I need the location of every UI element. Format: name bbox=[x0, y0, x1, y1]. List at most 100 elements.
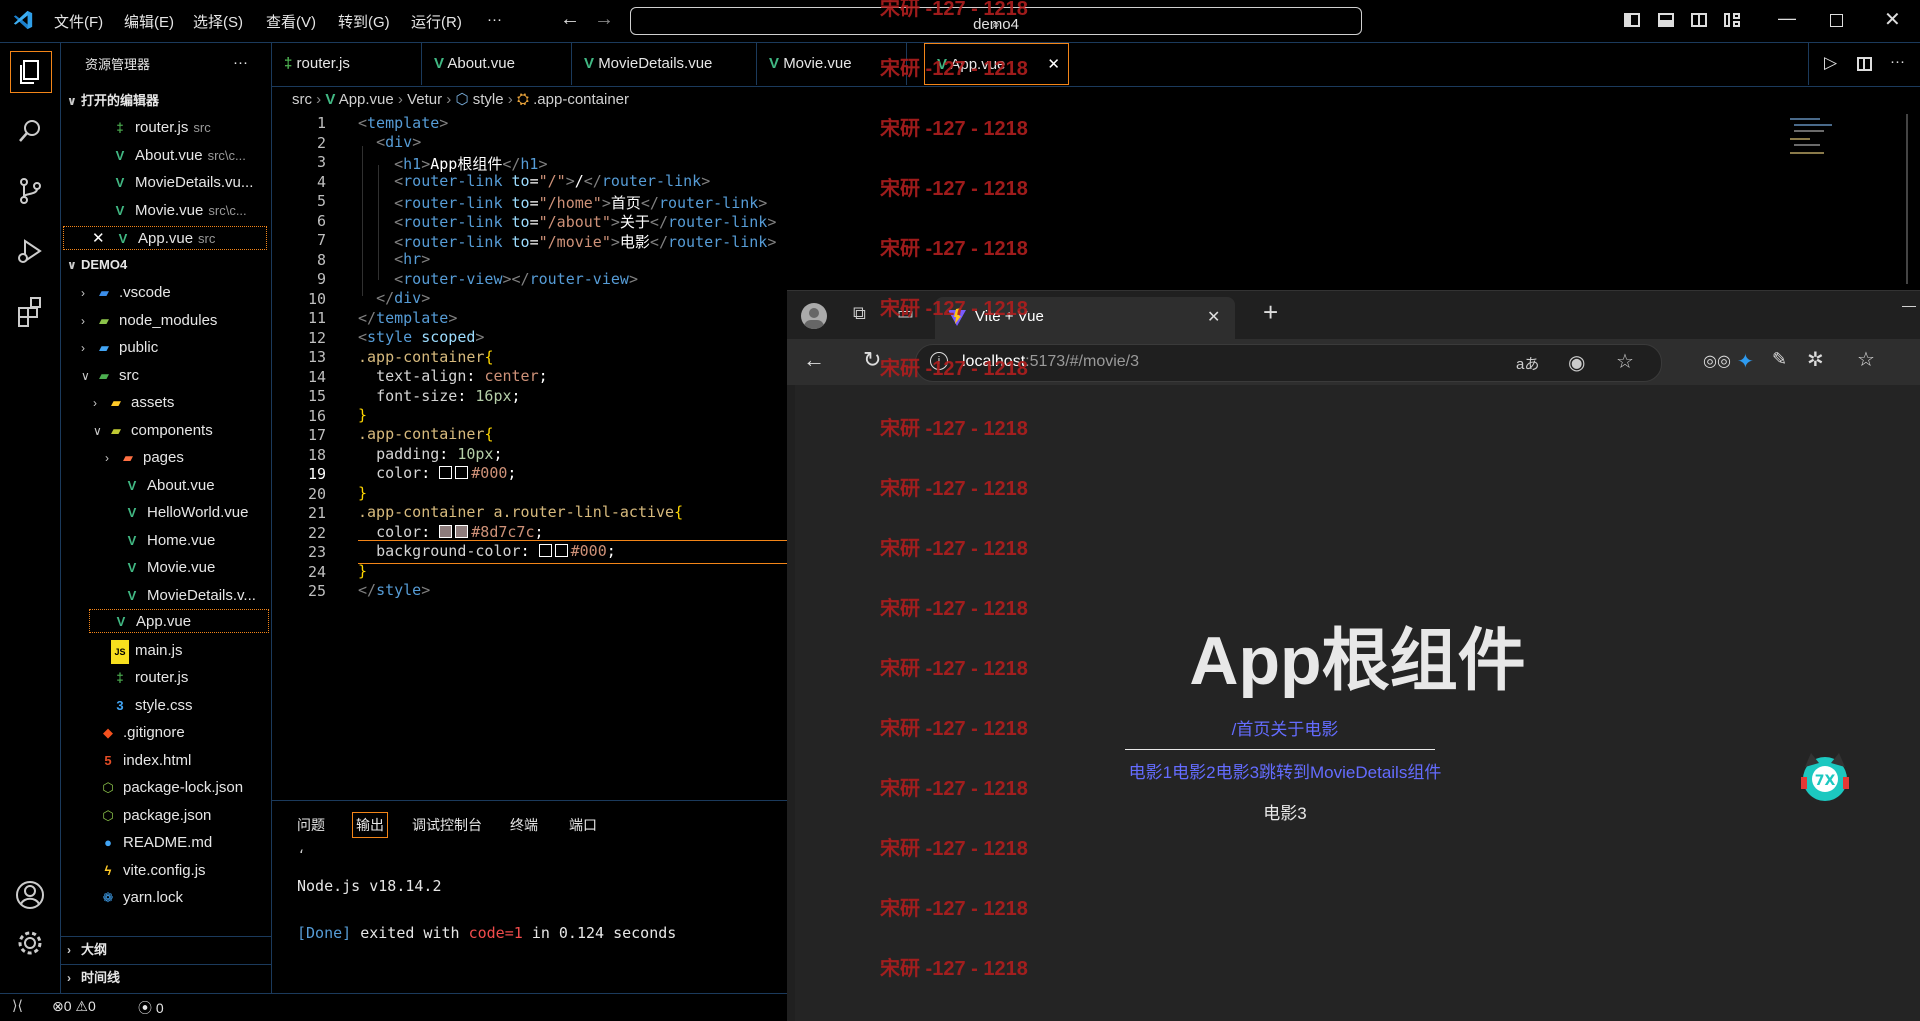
remote-icon[interactable]: ⟩⟨ bbox=[12, 997, 23, 1014]
folder-vscode[interactable]: › ▰ .vscode bbox=[81, 281, 171, 305]
file-package-json[interactable]: ⬡ package.json bbox=[99, 804, 211, 828]
extension-bird-icon[interactable]: ✦ bbox=[1737, 349, 1754, 374]
color-swatch[interactable] bbox=[439, 466, 453, 479]
favorites-bar-icon[interactable]: ☆ bbox=[1857, 347, 1875, 372]
folder-assets[interactable]: › ▰ assets bbox=[93, 391, 174, 415]
folder-pages[interactable]: › ▰ pages bbox=[105, 446, 184, 470]
site-info-icon[interactable]: i bbox=[930, 352, 948, 370]
edge-icon[interactable]: ◉ bbox=[1568, 350, 1585, 375]
file-gitignore[interactable]: ◆ .gitignore bbox=[99, 721, 185, 745]
panel-tab-debug-console[interactable]: 调试控制台 bbox=[412, 815, 482, 835]
problems-indicator[interactable]: ⊗0 ⚠0 bbox=[52, 998, 96, 1015]
panel-tab-terminal[interactable]: 终端 bbox=[510, 815, 538, 835]
timeline-header[interactable]: › 时间线 bbox=[67, 966, 120, 990]
tab-about-vue[interactable]: V About.vue bbox=[422, 43, 572, 85]
file-home-vue[interactable]: V Home.vue bbox=[123, 529, 216, 553]
tab-router-js[interactable]: ‡ router.js bbox=[272, 43, 422, 85]
color-swatch[interactable] bbox=[439, 525, 453, 538]
close-editor-icon[interactable]: ✕ bbox=[92, 227, 105, 251]
open-editor-item[interactable]: V Movie.vue src\c... bbox=[111, 199, 247, 223]
file-style-css[interactable]: 3 style.css bbox=[111, 694, 192, 718]
customize-layout-icon[interactable] bbox=[1724, 13, 1740, 27]
file-router-js[interactable]: ‡ router.js bbox=[111, 666, 188, 690]
close-tab-icon[interactable]: ✕ bbox=[1047, 44, 1060, 86]
workspaces-icon[interactable]: ⧉ bbox=[853, 303, 866, 324]
tab-moviedetails-vue[interactable]: V MovieDetails.vue bbox=[572, 43, 757, 85]
forward-arrow-icon[interactable]: → bbox=[594, 8, 614, 31]
file-main-js[interactable]: JS main.js bbox=[111, 639, 183, 664]
search-view-icon[interactable] bbox=[10, 111, 50, 151]
minimize-icon[interactable]: — bbox=[1778, 8, 1796, 29]
color-swatch[interactable] bbox=[455, 466, 469, 479]
read-aloud-icon[interactable]: aあ bbox=[1516, 353, 1539, 374]
menu-edit[interactable]: 编辑(E) bbox=[124, 11, 174, 32]
minimap[interactable] bbox=[1790, 114, 1840, 164]
favorite-star-icon[interactable]: ☆ bbox=[1616, 349, 1634, 374]
browser-back-icon[interactable]: ← bbox=[803, 347, 825, 373]
folder-components[interactable]: ∨ ▰ components bbox=[93, 419, 213, 443]
restore-icon[interactable] bbox=[1830, 14, 1843, 27]
panel-tab-ports[interactable]: 端口 bbox=[569, 815, 597, 835]
split-editor-icon[interactable] bbox=[1857, 57, 1872, 71]
open-editor-item[interactable]: V MovieDetails.vu... bbox=[111, 171, 254, 195]
open-editors-header[interactable]: ∨ 打开的编辑器 bbox=[67, 89, 159, 113]
address-bar[interactable]: i localhost:5173/#/movie/3 aあ ◉ ☆ bbox=[915, 344, 1662, 382]
ports-indicator[interactable]: ⦿ 0 bbox=[138, 998, 164, 1018]
close-window-icon[interactable]: ✕ bbox=[1884, 7, 1901, 32]
color-swatch[interactable] bbox=[554, 544, 568, 557]
menu-file[interactable]: 文件(F) bbox=[54, 11, 103, 32]
browser-minimize-icon[interactable]: — bbox=[1902, 297, 1916, 313]
menu-selection[interactable]: 选择(S) bbox=[193, 11, 243, 32]
toggle-panel-icon[interactable] bbox=[1658, 13, 1674, 27]
file-app-vue[interactable]: V App.vue bbox=[89, 609, 269, 633]
settings-gear-icon[interactable] bbox=[10, 923, 50, 963]
menu-view[interactable]: 查看(V) bbox=[266, 11, 316, 32]
tab-app-vue[interactable]: V App.vue ✕ bbox=[924, 43, 1069, 85]
code-editor[interactable]: 1 2 3 4 5 6 7 8 9 10 11 12 13 14 15 16 17 18 19 20 21 22 23 24 2… bbox=[272, 112, 787, 800]
source-control-icon[interactable] bbox=[10, 171, 50, 211]
project-header[interactable]: ∨ DEMO4 bbox=[67, 253, 127, 277]
tab-actions-icon[interactable]: ▭ bbox=[897, 303, 914, 324]
refresh-icon[interactable]: ↻ bbox=[863, 347, 881, 373]
browser-tab[interactable]: Vite + Vue ✕ bbox=[935, 297, 1235, 339]
scrollbar[interactable] bbox=[1906, 114, 1908, 284]
extension-tool-icon[interactable]: ✎ bbox=[1772, 349, 1787, 370]
color-swatch[interactable] bbox=[538, 544, 552, 557]
menu-run[interactable]: 运行(R) bbox=[411, 11, 462, 32]
folder-public[interactable]: › ▰ public bbox=[81, 336, 158, 360]
profile-avatar[interactable] bbox=[801, 303, 827, 329]
breadcrumb-style[interactable]: style bbox=[473, 91, 504, 108]
back-arrow-icon[interactable]: ← bbox=[560, 8, 580, 31]
floating-mascot-icon[interactable]: 7X bbox=[1795, 747, 1855, 807]
run-code-icon[interactable]: ▷ bbox=[1824, 53, 1837, 73]
breadcrumb-file[interactable]: App.vue bbox=[339, 91, 394, 108]
router-nav-links[interactable]: /首页关于电影 bbox=[795, 715, 1775, 740]
file-movie-vue[interactable]: V Movie.vue bbox=[123, 556, 216, 580]
extensions-icon[interactable] bbox=[10, 291, 50, 331]
explorer-icon[interactable] bbox=[10, 51, 52, 93]
menu-more[interactable]: ··· bbox=[487, 11, 502, 28]
file-readme-md[interactable]: ● README.md bbox=[99, 831, 212, 855]
command-center-search[interactable]: ⌕ demo4 bbox=[630, 7, 1362, 35]
more-actions-icon[interactable]: ··· bbox=[1890, 53, 1905, 70]
panel-tab-output[interactable]: 输出 bbox=[352, 812, 388, 838]
color-swatch[interactable] bbox=[455, 525, 469, 538]
file-package-lock-json[interactable]: ⬡ package-lock.json bbox=[99, 776, 243, 800]
file-yarn-lock[interactable]: ❁ yarn.lock bbox=[99, 886, 183, 910]
explorer-more-button[interactable]: ··· bbox=[233, 51, 248, 75]
file-about-vue[interactable]: V About.vue bbox=[123, 474, 215, 498]
breadcrumb-selector[interactable]: .app-container bbox=[533, 91, 629, 108]
file-moviedetails-vue[interactable]: V MovieDetails.v... bbox=[123, 584, 256, 608]
extensions-puzzle-icon[interactable]: ✲ bbox=[1807, 347, 1824, 372]
folder-src[interactable]: ∨ ▰ src bbox=[81, 364, 139, 388]
close-browser-tab-icon[interactable]: ✕ bbox=[1207, 307, 1220, 327]
movie-links[interactable]: 电影1电影2电影3跳转到MovieDetails组件 bbox=[795, 758, 1775, 783]
open-editor-item[interactable]: ‡ router.js src bbox=[111, 116, 210, 140]
open-editor-item-active[interactable]: ✕ V App.vue src bbox=[63, 226, 267, 250]
file-helloworld-vue[interactable]: V HelloWorld.vue bbox=[123, 501, 249, 525]
outline-header[interactable]: › 大纲 bbox=[67, 938, 107, 962]
folder-node-modules[interactable]: › ▰ node_modules bbox=[81, 309, 217, 333]
file-index-html[interactable]: 5 index.html bbox=[99, 749, 191, 773]
run-debug-icon[interactable] bbox=[10, 231, 50, 271]
new-tab-icon[interactable]: + bbox=[1263, 297, 1278, 328]
